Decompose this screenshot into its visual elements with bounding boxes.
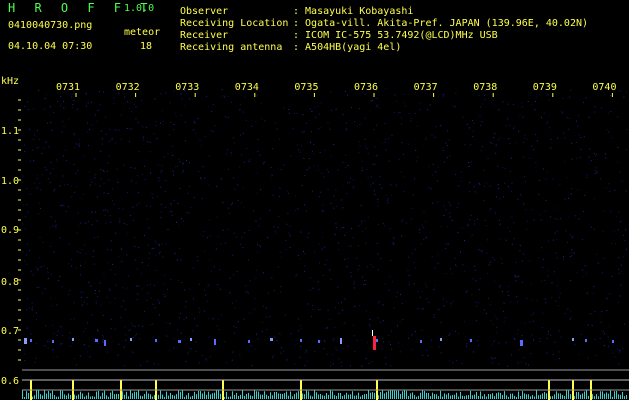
freq-axis: 1.1 1.0 0.9 0.8 0.7 0.6 [1, 99, 21, 387]
echo-mark [178, 340, 181, 343]
echo-mark [318, 340, 320, 343]
freq-tick-label: 0.7 [1, 326, 19, 337]
echo-mark [190, 338, 192, 341]
events-layer [24, 330, 614, 350]
echo-mark [214, 339, 216, 345]
time-tick-label: 0737 [414, 82, 438, 93]
time-tick-label: 0740 [592, 82, 616, 93]
echo-mark [612, 340, 614, 343]
echo-mark [270, 338, 273, 341]
axis-unit: kHz [1, 76, 19, 87]
echo-mark [24, 338, 27, 344]
echo-mark [248, 340, 250, 343]
time-axis: 0731 0732 0733 0734 0735 0736 0737 0738 0739 0740 [56, 82, 616, 97]
echo-mark [572, 338, 574, 341]
time-tick-label: 0732 [116, 82, 140, 93]
echo-mark [520, 340, 523, 346]
time-tick-label: 0735 [294, 82, 318, 93]
time-tick-label: 0731 [56, 82, 80, 93]
noise-layer [22, 88, 628, 367]
freq-tick-label: 0.6 [1, 376, 19, 387]
freq-tick-label: 1.1 [1, 126, 19, 137]
echo-trail [372, 330, 373, 336]
echo-mark [30, 339, 32, 342]
freq-tick-label: 1.0 [1, 176, 19, 187]
time-tick-label: 0733 [175, 82, 199, 93]
echo-mark [470, 339, 472, 342]
strong-echo [373, 336, 376, 350]
echo-mark [585, 339, 587, 342]
echo-mark [130, 338, 132, 341]
echo-mark [300, 339, 302, 342]
freq-tick-label: 0.8 [1, 277, 19, 288]
time-tick-label: 0734 [235, 82, 259, 93]
echo-mark [95, 339, 98, 342]
echo-mark [440, 338, 442, 341]
time-tick-label: 0738 [473, 82, 497, 93]
echo-mark [420, 340, 422, 343]
time-tick-label: 0736 [354, 82, 378, 93]
time-tick-label: 0739 [533, 82, 557, 93]
echo-mark [155, 339, 157, 342]
echo-mark [340, 338, 342, 344]
echo-mark [72, 338, 74, 341]
echo-mark [52, 340, 54, 343]
spectrogram: kHz 0731 0732 0733 0734 0735 0736 0737 0738 0739… [1, 76, 629, 400]
echo-mark [104, 340, 106, 346]
freq-tick-label: 0.9 [1, 225, 19, 236]
